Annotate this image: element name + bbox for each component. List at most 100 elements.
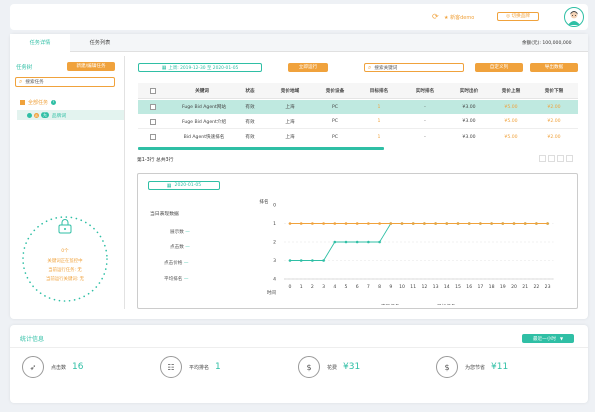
- cell-target-rank: 1: [377, 104, 381, 110]
- col-target-rank[interactable]: 目标排名: [358, 88, 400, 94]
- child-tag-1: 8: [34, 112, 39, 118]
- cell-bid-min: ¥2.00: [547, 134, 561, 140]
- detail-date-picker[interactable]: ▦ 2020-01-05: [148, 181, 220, 190]
- money-bag-icon: $: [298, 356, 320, 378]
- col-live-bid[interactable]: 实时出价: [448, 88, 490, 94]
- cell-bid-min: ¥2.00: [547, 119, 561, 124]
- x-tick-label: 16: [466, 284, 472, 290]
- metric-label: 点击数: [170, 245, 184, 250]
- run-now-button[interactable]: 立即运行: [288, 63, 328, 72]
- select-all-checkbox[interactable]: [150, 88, 156, 94]
- stat-label: 为您节省: [465, 364, 486, 371]
- col-bid-max[interactable]: 竞价上限: [490, 88, 532, 94]
- budget-label: 余额(元): 100,000,000: [522, 41, 572, 46]
- pager-first[interactable]: [539, 155, 546, 162]
- new-task-button[interactable]: 新建/编辑任务: [67, 62, 115, 71]
- cell-live-rank: -: [424, 104, 426, 110]
- cell-bid-max: ¥5.00: [504, 104, 518, 110]
- expand-icon: [20, 100, 25, 105]
- table-header: 关键词 状态 竞价地域 竞价设备 目标排名 实时排名 实时出价 竞价上限 竞价下…: [138, 83, 578, 99]
- y-tick-label: 0: [273, 203, 276, 209]
- series-point-1: [445, 222, 449, 225]
- tree-title: 任务树: [16, 65, 33, 71]
- series-point-1: [344, 222, 348, 225]
- x-tick-label: 10: [399, 284, 405, 290]
- keyword-search-placeholder: 搜索关键词: [374, 65, 398, 71]
- task-search-input[interactable]: ⌕ 搜索任务: [15, 77, 115, 87]
- x-tick-label: 22: [533, 284, 539, 290]
- tab-task-list[interactable]: 任务列表: [80, 34, 120, 52]
- series-point-1: [467, 222, 471, 225]
- y-tick-label: 2: [273, 240, 276, 246]
- refresh-icon[interactable]: ⟳: [432, 12, 439, 21]
- col-bid-min[interactable]: 竞价下限: [533, 88, 575, 94]
- x-tick-label: 4: [333, 284, 336, 290]
- series-point-1: [512, 222, 516, 225]
- series-point-1: [523, 222, 527, 225]
- cell-keyword: Fuge Bid Agent网站: [181, 105, 227, 110]
- export-button[interactable]: 导出数据: [530, 63, 578, 72]
- series-point-1: [333, 222, 337, 225]
- metric-value: —: [185, 245, 190, 250]
- stat-value: 16: [72, 362, 84, 372]
- hint-line-1: 关键词正在监控中: [47, 259, 83, 264]
- metric-avg-rank: 平均排名 —: [164, 276, 188, 282]
- series-point-1: [299, 222, 303, 225]
- custom-columns-button[interactable]: 自定义列: [475, 63, 523, 72]
- series-point-0: [311, 259, 314, 262]
- stat-label: 花费: [327, 364, 338, 371]
- stats-period-select[interactable]: 最近一小时 ▼: [522, 334, 574, 343]
- y-tick-label: 1: [273, 221, 276, 227]
- x-tick-label: 1: [300, 284, 303, 290]
- cell-bid-max: ¥5.00: [504, 134, 518, 140]
- pager-next[interactable]: [557, 155, 564, 162]
- series-point-1: [490, 222, 493, 225]
- list-icon: ☷: [160, 356, 182, 378]
- series-point-0: [288, 259, 292, 262]
- lock-icon: [58, 219, 72, 234]
- series-point-1: [423, 222, 426, 225]
- table-row[interactable]: Bid Agent快速排名 有效 上海 PC 1 - ¥3.00 ¥5.00 ¥…: [138, 130, 578, 144]
- series-point-0: [378, 240, 381, 244]
- table-row[interactable]: Fuge Bid Agent介绍 有效 上海 PC 1 - ¥3.00 ¥5.0…: [138, 115, 578, 129]
- row-checkbox[interactable]: [150, 119, 156, 125]
- x-tick-label: 2: [311, 284, 314, 290]
- legend-label: 实际排名: [381, 303, 399, 305]
- cell-status: 有效: [245, 135, 255, 140]
- x-tick-label: 3: [322, 284, 325, 290]
- x-tick-label: 23: [545, 284, 551, 290]
- series-point-1: [288, 222, 292, 225]
- col-device[interactable]: 竞价设备: [313, 88, 357, 94]
- stats-period-label: 最近一小时: [532, 336, 556, 342]
- col-keyword[interactable]: 关键词: [172, 88, 232, 94]
- cell-live-rank: -: [424, 119, 426, 124]
- pager-prev[interactable]: [548, 155, 555, 162]
- pager[interactable]: [537, 155, 573, 162]
- keyword-search-input[interactable]: ⌕ 搜索关键词: [364, 63, 464, 72]
- col-status[interactable]: 状态: [238, 88, 262, 94]
- x-tick-label: 19: [500, 284, 506, 290]
- tree-node-child[interactable]: 8 无 品牌词: [17, 110, 124, 120]
- pager-last[interactable]: [566, 155, 573, 162]
- col-live-rank[interactable]: 实时排名: [404, 88, 446, 94]
- table-scrollbar[interactable]: [138, 147, 384, 150]
- avatar[interactable]: [564, 7, 584, 27]
- y-tick-label: 3: [273, 258, 276, 264]
- col-region[interactable]: 竞价地域: [268, 88, 312, 94]
- row-checkbox[interactable]: [150, 104, 156, 110]
- row-checkbox[interactable]: [150, 134, 156, 140]
- tree-node-all[interactable]: 全部任务 !: [20, 99, 57, 106]
- tab-task-detail[interactable]: 任务详情: [10, 34, 70, 52]
- series-point-1: [535, 222, 538, 225]
- series-point-1: [501, 222, 505, 225]
- date-range-picker[interactable]: ▦ 上周: 2019-12-30 至 2020-01-05: [138, 63, 262, 72]
- switch-brand-button[interactable]: ◎ 切换品牌: [497, 12, 539, 21]
- series-point-1: [389, 222, 393, 225]
- table-row[interactable]: Fuge Bid Agent网站 有效 上海 PC 1 - ¥3.00 ¥5.0…: [138, 100, 578, 114]
- x-tick-label: 21: [522, 284, 528, 290]
- y-axis-label: 排名: [259, 198, 268, 205]
- rank-chart: 排名01234时间0 1 2 3 4 5 6 7 8 9 10 11 12 13 14 15 16 17 18 19 2…: [259, 198, 554, 305]
- x-tick-label: 17: [477, 284, 483, 290]
- keyword-table: 关键词 状态 竞价地域 竞价设备 目标排名 实时排名 实时出价 竞价上限 竞价下…: [138, 83, 578, 147]
- user-label[interactable]: ★ 新客demo: [444, 14, 474, 21]
